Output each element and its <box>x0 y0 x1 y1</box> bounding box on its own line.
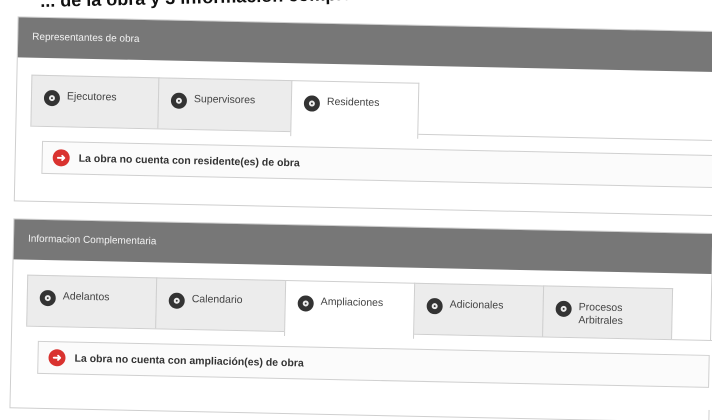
tab-label: Supervisores <box>193 93 256 107</box>
tab-label-line1: Procesos <box>578 301 623 315</box>
tab-calendario[interactable]: Calendario <box>155 277 287 333</box>
representantes-alert: ➜ La obra no cuenta con residente(es) de… <box>41 140 712 188</box>
arrow-right-circle-icon: ➜ <box>52 149 70 167</box>
complementaria-tab-content: ➜ La obra no cuenta con ampliación(es) d… <box>24 325 712 410</box>
tab-label: Ampliaciones <box>320 295 384 310</box>
user-circle-icon <box>303 95 321 112</box>
complementaria-alert: ➜ La obra no cuenta con ampliación(es) d… <box>37 340 710 388</box>
tab-adicionales[interactable]: Adicionales <box>413 282 545 338</box>
user-circle-icon <box>170 92 188 109</box>
representantes-tabs: Ejecutores Supervisores Residentes <box>30 74 420 139</box>
tab-label: Adicionales <box>449 298 504 312</box>
tab-label: Procesos Arbitrales <box>578 301 623 328</box>
tab-label: Residentes <box>326 95 380 109</box>
gear-circle-icon <box>426 298 443 315</box>
tab-label: Ejecutores <box>66 90 117 104</box>
gear-circle-icon <box>168 292 185 309</box>
gear-circle-icon <box>297 295 314 312</box>
representantes-panel: Representantes de obra Ejecutores Superv… <box>13 16 712 216</box>
tab-label: Adelantos <box>62 290 110 304</box>
alert-text: La obra no cuenta con ampliación(es) de … <box>74 352 304 369</box>
user-circle-icon <box>43 89 61 107</box>
tab-procesos-arbitrales[interactable]: Procesos Arbitrales <box>542 285 674 341</box>
tab-ejecutores[interactable]: Ejecutores <box>30 74 160 130</box>
complementaria-panel: Informacion Complementaria Adelantos Cal… <box>9 218 712 420</box>
gear-circle-icon <box>555 300 572 318</box>
arrow-right-circle-icon: ➜ <box>48 349 66 367</box>
tab-supervisores[interactable]: Supervisores <box>157 77 293 133</box>
tab-label-line2: Arbitrales <box>578 314 623 328</box>
tab-residentes[interactable]: Residentes <box>290 80 420 139</box>
representantes-tab-content: ➜ La obra no cuenta con residente(es) de… <box>28 125 712 211</box>
complementaria-header: Informacion Complementaria <box>13 219 712 274</box>
gear-circle-icon <box>39 289 56 307</box>
representantes-header: Representantes de obra <box>17 17 712 73</box>
alert-text: La obra no cuenta con residente(es) de o… <box>78 152 300 169</box>
tab-adelantos[interactable]: Adelantos <box>26 274 158 330</box>
page-stage: Representantes de obra Ejecutores Superv… <box>0 0 712 420</box>
tab-label: Calendario <box>191 293 243 307</box>
tab-ampliaciones[interactable]: Ampliaciones <box>284 280 416 339</box>
